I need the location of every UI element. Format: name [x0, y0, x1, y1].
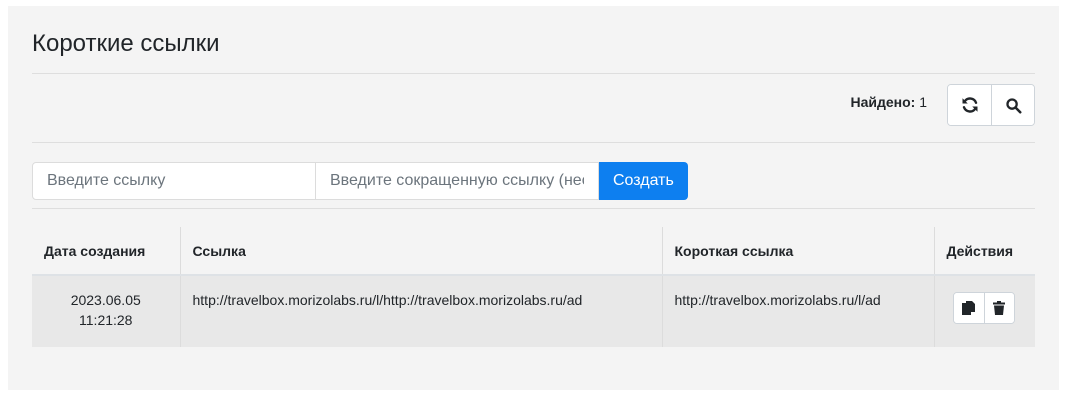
found-counter: Найдено: 1	[850, 94, 927, 110]
created-date: 2023.06.05	[70, 292, 141, 308]
toolbar-button-group	[947, 84, 1035, 126]
divider	[32, 142, 1035, 143]
short-link-input[interactable]	[316, 162, 599, 200]
divider	[32, 208, 1035, 209]
create-button[interactable]: Создать	[599, 162, 688, 200]
search-icon	[1005, 97, 1022, 114]
column-header-actions: Действия	[933, 227, 1035, 276]
create-link-form: Создать	[32, 162, 688, 200]
column-header-short-link[interactable]: Короткая ссылка	[661, 227, 934, 276]
main-panel: Короткие ссылки Найдено: 1 Создать	[8, 6, 1059, 390]
divider	[32, 73, 1035, 74]
search-button[interactable]	[991, 85, 1034, 125]
column-header-date[interactable]: Дата создания	[32, 227, 180, 276]
copy-icon	[962, 301, 975, 315]
column-header-link[interactable]: Ссылка	[179, 227, 662, 276]
refresh-icon	[962, 97, 977, 113]
cell-short-link: http://travelbox.morizolabs.ru/l/ad	[661, 275, 934, 347]
table-header-row: Дата создания Ссылка Короткая ссылка Дей…	[32, 227, 1035, 276]
trash-icon	[993, 301, 1005, 315]
refresh-button[interactable]	[948, 85, 991, 125]
cell-actions	[933, 275, 1035, 347]
created-time: 11:21:28	[79, 312, 133, 328]
page-title: Короткие ссылки	[32, 30, 220, 57]
found-count: 1	[919, 94, 927, 110]
delete-button[interactable]	[983, 293, 1014, 323]
links-table: Дата создания Ссылка Короткая ссылка Дей…	[32, 227, 1035, 347]
link-input[interactable]	[32, 162, 316, 200]
copy-button[interactable]	[953, 293, 984, 323]
table-row: 2023.06.05 11:21:28 http://travelbox.mor…	[32, 275, 1035, 347]
row-actions-group	[952, 292, 1015, 324]
cell-link: http://travelbox.morizolabs.ru/l/http://…	[179, 275, 662, 347]
cell-date: 2023.06.05 11:21:28	[32, 275, 180, 347]
found-label: Найдено:	[850, 94, 916, 110]
